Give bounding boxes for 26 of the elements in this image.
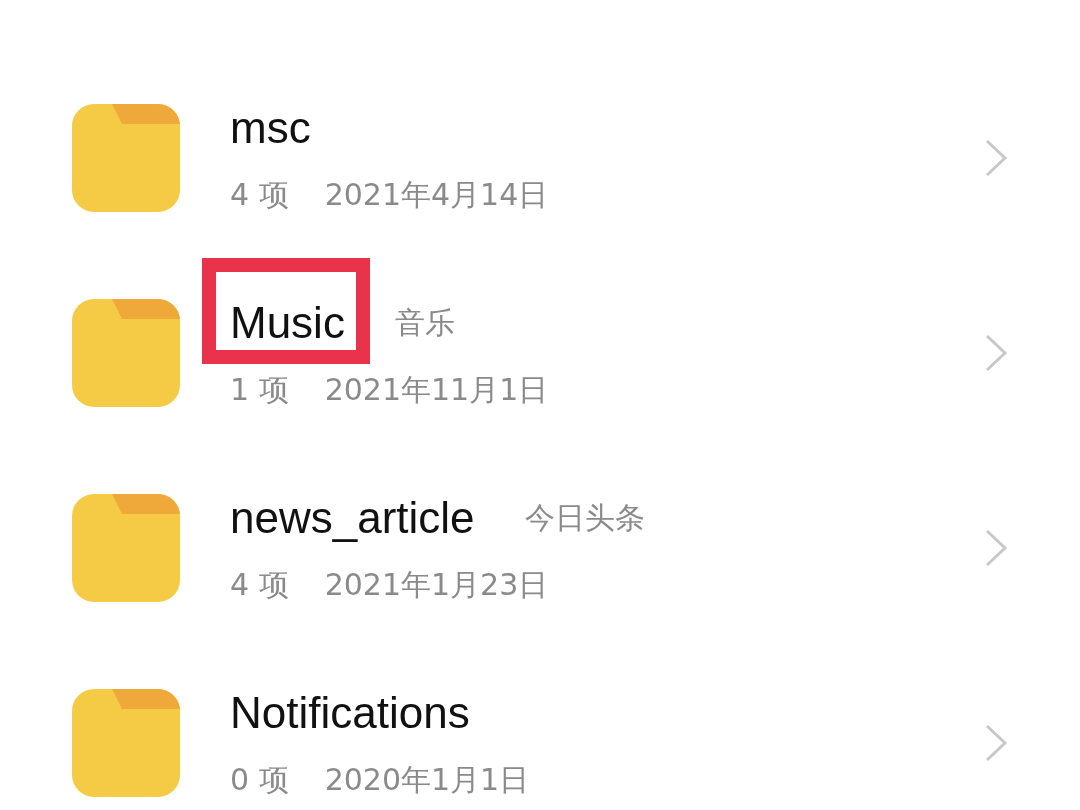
chevron-right-icon — [984, 332, 1008, 373]
item-count: 1 项 — [230, 371, 289, 409]
folder-icon — [72, 688, 180, 797]
folder-name: news_article — [230, 492, 475, 544]
folder-icon — [72, 493, 180, 602]
modified-date: 2021年4月14日 — [324, 176, 549, 214]
folder-row[interactable]: news_article 今日头条 4 项 2021年1月23日 — [0, 450, 1080, 645]
item-count: 4 项 — [230, 566, 289, 604]
folder-icon — [72, 103, 180, 212]
chevron-right-icon — [984, 137, 1008, 178]
item-count: 4 项 — [230, 176, 289, 214]
chevron-right-icon — [984, 527, 1008, 568]
folder-row[interactable]: Music 音乐 1 项 2021年11月1日 — [0, 255, 1080, 450]
folder-alias: 今日头条 — [524, 498, 645, 537]
folder-name: msc — [230, 102, 311, 154]
modified-date: 2021年11月1日 — [324, 371, 549, 409]
item-count: 0 项 — [230, 761, 289, 799]
folder-name: Music — [230, 297, 345, 349]
folder-row[interactable]: Notifications 0 项 2020年1月1日 — [0, 645, 1080, 810]
modified-date: 2020年1月1日 — [324, 761, 530, 799]
chevron-right-icon — [984, 722, 1008, 763]
folder-icon — [72, 298, 180, 407]
folder-row[interactable]: msc 4 项 2021年4月14日 — [0, 60, 1080, 255]
folder-alias: 音乐 — [394, 303, 455, 342]
folder-name: Notifications — [230, 687, 470, 739]
modified-date: 2021年1月23日 — [324, 566, 549, 604]
